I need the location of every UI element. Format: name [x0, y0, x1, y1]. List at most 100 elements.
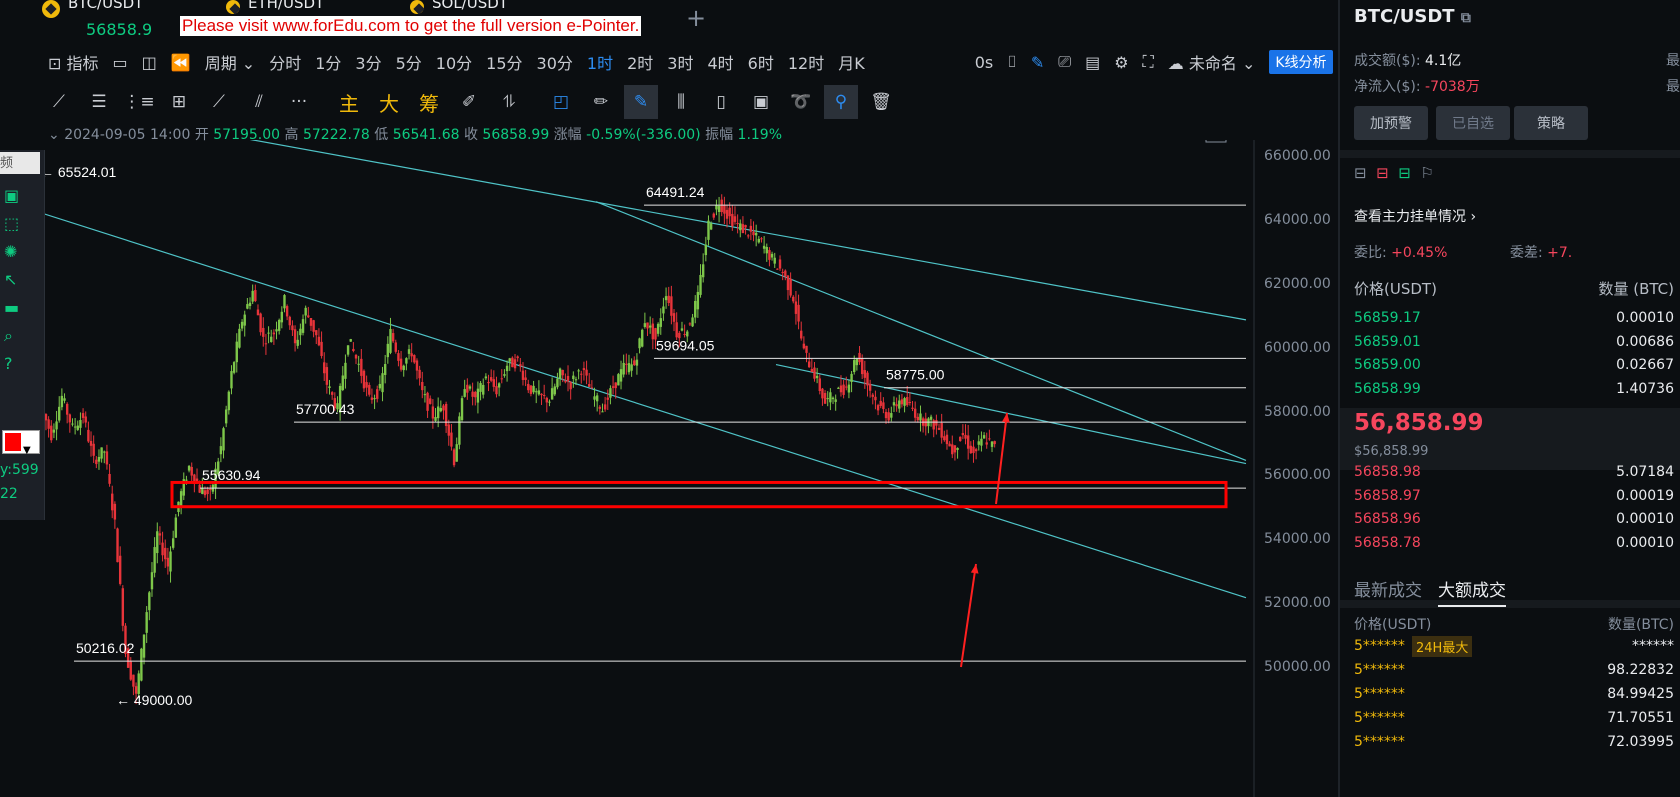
price-tick: 58000.00: [1264, 403, 1331, 420]
trade-qty: 84.99425: [1607, 686, 1674, 702]
strategy-button[interactable]: 策略: [1514, 106, 1588, 140]
price-chart[interactable]: 64491.24 59694.05 58775.00 57700.43 55630.94…: [36, 140, 1256, 797]
rewind-icon[interactable]: ⏪: [171, 53, 191, 72]
main-indicator-button[interactable]: 主: [332, 85, 366, 119]
interval-6时[interactable]: 6时: [748, 50, 774, 74]
kline-analysis-button[interactable]: K线分析: [1269, 50, 1333, 74]
orderbook-row[interactable]: 56858.98 5.07184: [1354, 464, 1674, 486]
orderbook-row[interactable]: 56859.17 0.00010: [1354, 310, 1674, 332]
orderbook-row[interactable]: 56858.96 0.00010: [1354, 511, 1674, 533]
candle-body: [725, 209, 729, 219]
interval-30分[interactable]: 30分: [537, 50, 573, 74]
trash-icon[interactable]: 🗑: [864, 85, 898, 119]
interval-2时[interactable]: 2时: [627, 50, 653, 74]
book-ask-icon[interactable]: ⊟: [1376, 164, 1389, 182]
tab-btc[interactable]: BTC/USDT 56858.9: [42, 0, 152, 42]
book-flag-icon[interactable]: ⚐: [1420, 164, 1433, 182]
candle-body: [919, 413, 922, 421]
orderbook-row[interactable]: 56859.00 0.02667: [1354, 357, 1674, 379]
interval-5分[interactable]: 5分: [396, 50, 422, 74]
trade-row: 5****** 71.70551: [1354, 710, 1674, 732]
orderbook-row[interactable]: 56859.01 0.00686: [1354, 334, 1674, 356]
template-icon[interactable]: ▤: [1085, 53, 1100, 72]
candle-body: [908, 402, 912, 404]
orderbook-row[interactable]: 56858.99 1.40736: [1354, 381, 1674, 403]
screen-icon[interactable]: ▣: [4, 186, 19, 205]
interval-1时[interactable]: 1时: [587, 50, 613, 74]
fill-icon[interactable]: ▬: [4, 298, 19, 317]
note-icon[interactable]: ▣: [744, 85, 778, 119]
arrow-icon[interactable]: ↖: [4, 270, 17, 289]
orderbook-row[interactable]: 56858.97 0.00019: [1354, 488, 1674, 510]
favorite-button[interactable]: 已自选: [1436, 106, 1510, 140]
ruler-lines-icon[interactable]: ⊞: [162, 85, 196, 119]
layout-icon[interactable]: ▭: [113, 53, 128, 72]
trendline-icon[interactable]: ⟋: [42, 85, 76, 119]
interval-15分[interactable]: 15分: [486, 50, 522, 74]
candle-body: [246, 304, 249, 309]
parallel-channel-icon[interactable]: ⫽: [242, 85, 276, 119]
chip-button[interactable]: 筹: [412, 85, 446, 119]
add-alert-button[interactable]: 加预警: [1354, 106, 1428, 140]
magnet-icon[interactable]: ◰: [544, 85, 578, 119]
pen-icon[interactable]: ✎: [1031, 53, 1044, 72]
zoom-icon[interactable]: ⌕: [4, 326, 13, 345]
level-label: 64491.24: [646, 184, 705, 200]
period-button[interactable]: 周期 ⌄: [205, 50, 256, 74]
level-label: 55630.94: [202, 467, 261, 483]
candle-body: [97, 456, 101, 462]
tab-label: BTC/USDT: [68, 0, 144, 12]
interval-月K[interactable]: 月K: [838, 50, 865, 74]
add-tab-icon[interactable]: +: [686, 4, 706, 32]
copy-icon[interactable]: ⧉: [1461, 10, 1471, 26]
indicators-button[interactable]: ⊡ 指标: [48, 50, 99, 74]
candle-body: [158, 533, 162, 536]
annotation-arrow: [960, 563, 977, 668]
filter-icon[interactable]: ⚲: [824, 85, 858, 119]
candle-body: [842, 384, 845, 395]
camera-icon[interactable]: ⌷: [1007, 52, 1017, 72]
interval-3时[interactable]: 3时: [667, 50, 693, 74]
interval-3分[interactable]: 3分: [355, 50, 381, 74]
eraser-line-icon[interactable]: ⥮: [492, 85, 526, 119]
more-icon[interactable]: ···: [282, 85, 316, 119]
interval-4时[interactable]: 4时: [707, 50, 733, 74]
rect-icon[interactable]: ⬚: [4, 214, 19, 233]
tab-large-trades[interactable]: 大额成交: [1438, 576, 1506, 607]
interval-1分[interactable]: 1分: [315, 50, 341, 74]
interval-12时[interactable]: 12时: [788, 50, 824, 74]
interval-10分[interactable]: 10分: [436, 50, 472, 74]
split-icon[interactable]: ◫: [142, 53, 157, 72]
measure-icon[interactable]: ✏: [584, 85, 618, 119]
orderbook-row[interactable]: 56858.78 0.00010: [1354, 535, 1674, 557]
candle-body: [92, 443, 95, 456]
candle-icon[interactable]: ⫼: [664, 85, 698, 119]
book-bid-icon[interactable]: ⊟: [1398, 164, 1411, 182]
paint-icon[interactable]: ✺: [4, 242, 17, 261]
book-both-icon[interactable]: ⊟: [1354, 164, 1367, 182]
candle-body: [762, 245, 766, 249]
lasso-icon[interactable]: ➰: [784, 85, 818, 119]
tab-latest-trades[interactable]: 最新成交: [1354, 576, 1422, 601]
main-orders-link[interactable]: 查看主力挂单情况 ›: [1354, 206, 1476, 226]
symbol-title: BTC/USDT ⧉: [1354, 6, 1471, 27]
ray-icon[interactable]: ⟋: [202, 85, 236, 119]
draw-tool-icon[interactable]: ✐: [452, 85, 486, 119]
brush-icon[interactable]: ✎: [624, 85, 658, 119]
help-icon[interactable]: ?: [4, 354, 13, 373]
interval-分时[interactable]: 分时: [269, 50, 301, 74]
color-picker[interactable]: ▼: [2, 430, 40, 456]
replay-icon[interactable]: ⎚: [1058, 52, 1071, 72]
layout-name-button[interactable]: ☁ 未命名 ⌄: [1168, 50, 1256, 74]
candle-body: [89, 440, 93, 446]
candle-body: [346, 345, 350, 355]
candle-body: [476, 388, 480, 403]
fib-icon[interactable]: ⋮≡: [122, 85, 156, 119]
clipboard-icon[interactable]: ▯: [704, 85, 738, 119]
large-order-button[interactable]: 大: [372, 85, 406, 119]
horizontal-lines-icon[interactable]: ☰: [82, 85, 116, 119]
candle-body: [662, 306, 665, 314]
gear-icon[interactable]: ⚙: [1114, 53, 1128, 72]
fullscreen-icon[interactable]: ⛶: [1143, 52, 1154, 72]
last-price-box: 56,858.99 $56,858.99: [1340, 408, 1680, 470]
